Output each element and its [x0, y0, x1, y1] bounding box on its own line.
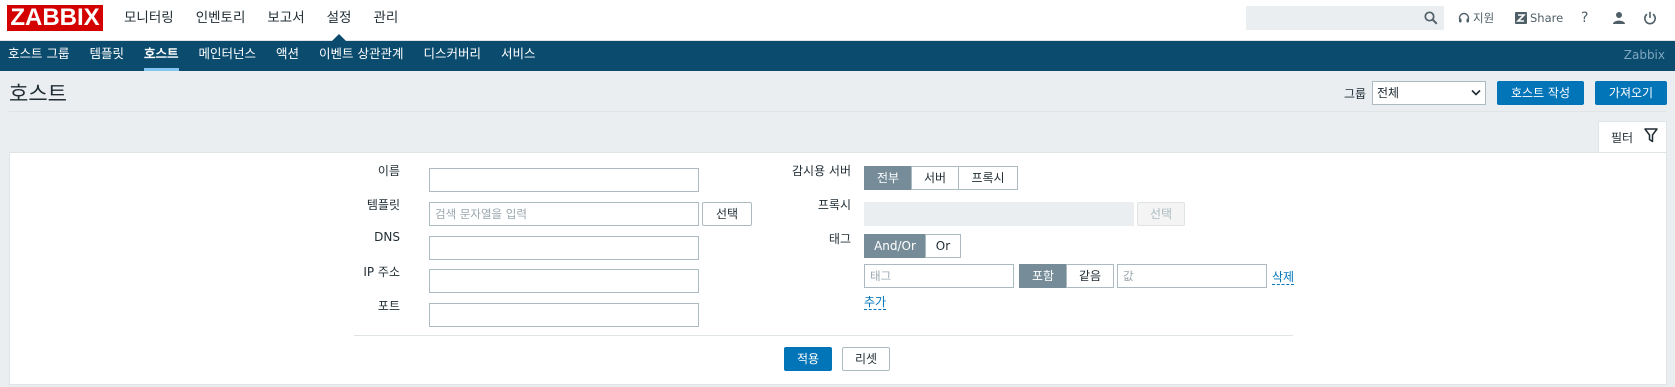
chevron-down-icon: [1471, 89, 1481, 96]
sub-menu-hosts[interactable]: 호스트: [144, 41, 179, 71]
name-input[interactable]: [429, 168, 699, 192]
sub-menu: 호스트 그룹 템플릿 호스트 메인터넌스 액션 이벤트 상관관계 디스커버리 서…: [8, 41, 556, 71]
header-divider: [9, 111, 1666, 112]
tag-operator-segment: And/Or Or: [864, 234, 961, 258]
template-input[interactable]: 검색 문자열을 입력: [429, 202, 699, 226]
main-menu-administration[interactable]: 관리: [373, 0, 398, 41]
main-menu-reports[interactable]: 보고서: [267, 0, 304, 41]
monitored-by-label: 감시용 서버: [791, 164, 851, 178]
search-icon[interactable]: [1424, 11, 1438, 25]
main-menu-inventory[interactable]: 인벤토리: [196, 0, 246, 41]
user-profile-icon[interactable]: [1612, 10, 1629, 26]
create-host-button[interactable]: 호스트 작성: [1497, 81, 1584, 105]
template-label: 템플릿: [366, 198, 400, 212]
filter-icon: [1644, 128, 1658, 143]
monitored-by-proxy[interactable]: 프록시: [958, 166, 1018, 190]
group-select[interactable]: 전체: [1372, 81, 1486, 105]
headset-icon: [1458, 12, 1470, 23]
brand-label: Zabbix: [1623, 48, 1665, 62]
tag-name-input[interactable]: 태그: [864, 264, 1014, 288]
share-label: Share: [1530, 11, 1564, 25]
sub-menu-host-groups[interactable]: 호스트 그룹: [8, 41, 69, 71]
monitored-by-segment: 전부 서버 프록시: [864, 166, 1018, 190]
name-label: 이름: [377, 164, 400, 178]
sub-menu-actions[interactable]: 액션: [276, 41, 299, 71]
dns-input[interactable]: [429, 236, 699, 260]
template-select-button[interactable]: 선택: [702, 202, 752, 226]
tags-label: 태그: [828, 232, 851, 246]
group-select-value: 전체: [1377, 86, 1400, 100]
tag-operator-or[interactable]: Or: [925, 234, 961, 258]
search-input[interactable]: [1246, 6, 1444, 30]
dns-label: DNS: [374, 230, 400, 244]
apply-button[interactable]: 적용: [784, 347, 832, 371]
tag-match-contains[interactable]: 포함: [1019, 264, 1067, 288]
sub-menu-services[interactable]: 서비스: [501, 41, 536, 71]
tag-remove-link[interactable]: 삭제: [1272, 270, 1295, 285]
port-label: 포트: [377, 299, 400, 313]
share-link[interactable]: Share: [1515, 10, 1563, 26]
tag-add-link[interactable]: 추가: [864, 295, 887, 310]
import-button[interactable]: 가져오기: [1595, 81, 1667, 105]
proxy-select-button: 선택: [1137, 202, 1185, 226]
sign-out-icon[interactable]: [1643, 10, 1660, 26]
sub-menu-bar: 호스트 그룹 템플릿 호스트 메인터넌스 액션 이벤트 상관관계 디스커버리 서…: [0, 41, 1675, 71]
sub-menu-maintenance[interactable]: 메인터넌스: [199, 41, 257, 71]
sub-menu-discovery[interactable]: 디스커버리: [424, 41, 482, 71]
tag-match-segment: 포함 같음: [1019, 264, 1114, 288]
support-link[interactable]: 지원: [1458, 10, 1494, 26]
zabbix-logo[interactable]: ZABBIX: [7, 5, 103, 31]
monitored-by-server[interactable]: 서버: [911, 166, 959, 190]
ip-input[interactable]: [429, 269, 699, 293]
main-menu: 모니터링 인벤토리 보고서 설정 관리: [124, 0, 420, 41]
ip-label: IP 주소: [363, 265, 400, 279]
sub-menu-templates[interactable]: 템플릿: [89, 41, 124, 71]
reset-button[interactable]: 리셋: [842, 347, 890, 371]
tag-value-input[interactable]: 값: [1117, 264, 1267, 288]
monitored-by-all[interactable]: 전부: [864, 166, 912, 190]
support-label: 지원: [1473, 11, 1495, 25]
tag-operator-andor[interactable]: And/Or: [864, 234, 926, 258]
filter-panel: 이름 템플릿 검색 문자열을 입력 선택 DNS IP 주소 포트 감시용 서버…: [9, 152, 1667, 385]
port-input[interactable]: [429, 303, 699, 327]
page-title: 호스트: [9, 82, 67, 106]
filter-divider: [354, 335, 1293, 336]
proxy-input: [864, 202, 1134, 226]
tag-match-equals[interactable]: 같음: [1066, 264, 1114, 288]
sub-menu-event-correlation[interactable]: 이벤트 상관관계: [319, 41, 403, 71]
main-menu-monitoring[interactable]: 모니터링: [124, 0, 174, 41]
top-bar: ZABBIX 모니터링 인벤토리 보고서 설정 관리 지원 Share ?: [0, 0, 1675, 41]
filter-tab-label: 필터: [1611, 131, 1634, 145]
main-menu-configuration[interactable]: 설정: [327, 0, 351, 41]
proxy-label: 프록시: [817, 198, 851, 212]
share-z-icon: [1515, 12, 1527, 24]
filter-tab[interactable]: 필터: [1598, 121, 1667, 153]
help-icon[interactable]: ?: [1581, 10, 1588, 26]
group-label: 그룹: [1344, 87, 1367, 101]
